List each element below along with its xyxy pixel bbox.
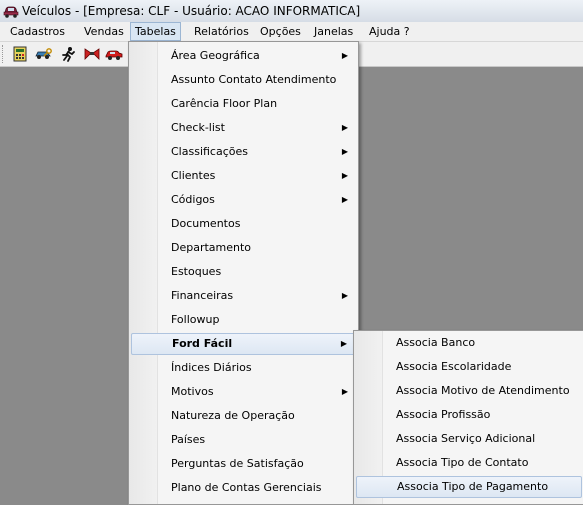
menu-item-clientes[interactable]: Clientes ▶ bbox=[131, 165, 356, 187]
menu-item-label: Clientes bbox=[171, 169, 216, 182]
submenu-item-associa-servico-adicional[interactable]: Associa Serviço Adicional bbox=[356, 428, 582, 450]
menu-bar: Cadastros Vendas Tabelas Relatórios Opçõ… bbox=[0, 22, 583, 42]
submenu-item-label: Associa Profissão bbox=[396, 408, 491, 421]
submenu-item-associa-banco[interactable]: Associa Banco bbox=[356, 332, 582, 354]
submenu-item-label: Associa Tipo de Pagamento bbox=[397, 480, 549, 493]
menu-item-codigos[interactable]: Códigos ▶ bbox=[131, 189, 356, 211]
menu-item-documentos[interactable]: Documentos bbox=[131, 213, 356, 235]
submenu-item-associa-tipo-de-pagamento[interactable]: Associa Tipo de Pagamento bbox=[356, 476, 582, 498]
menu-item-assunto-contato-atendimento[interactable]: Assunto Contato Atendimento bbox=[131, 69, 356, 91]
menu-item-label: Departamento bbox=[171, 241, 252, 254]
menu-item-label: Assunto Contato Atendimento bbox=[171, 73, 337, 86]
menu-item-label: Estoques bbox=[171, 265, 222, 278]
menu-item-perguntas-de-satisfacao[interactable]: Perguntas de Satisfação bbox=[131, 453, 356, 475]
menu-item-label: Followup bbox=[171, 313, 220, 326]
menu-item-carencia-floor-plan[interactable]: Carência Floor Plan bbox=[131, 93, 356, 115]
tabelas-dropdown: Área Geográfica ▶ Assunto Contato Atendime… bbox=[128, 41, 359, 505]
title-bar: Veículos - [Empresa: CLF - Usuário: ACAO… bbox=[0, 0, 583, 23]
menu-item-label: Códigos bbox=[171, 193, 215, 206]
menu-item-followup[interactable]: Followup bbox=[131, 309, 356, 331]
window-title: Veículos - [Empresa: CLF - Usuário: ACAO… bbox=[22, 4, 361, 18]
menu-item-label: Carência Floor Plan bbox=[171, 97, 278, 110]
submenu-item-label: Associa Motivo de Atendimento bbox=[396, 384, 570, 397]
red-car-icon[interactable] bbox=[104, 45, 124, 63]
submenu-arrow-icon: ▶ bbox=[341, 147, 348, 156]
menu-cadastros[interactable]: Cadastros bbox=[6, 23, 69, 40]
runner-icon[interactable] bbox=[58, 45, 78, 63]
menu-tabelas[interactable]: Tabelas bbox=[130, 22, 181, 41]
menu-item-financeiras[interactable]: Financeiras ▶ bbox=[131, 285, 356, 307]
submenu-item-label: Associa Banco bbox=[396, 336, 476, 349]
submenu-item-associa-escolaridade[interactable]: Associa Escolaridade bbox=[356, 356, 582, 378]
app-car-icon bbox=[3, 3, 19, 19]
submenu-arrow-icon: ▶ bbox=[340, 339, 347, 348]
menu-item-check-list[interactable]: Check-list ▶ bbox=[131, 117, 356, 139]
menu-item-label: Classificações bbox=[171, 145, 248, 158]
menu-janelas[interactable]: Janelas bbox=[310, 23, 357, 40]
submenu-arrow-icon: ▶ bbox=[341, 387, 348, 396]
menu-item-label: Índices Diários bbox=[171, 361, 252, 374]
menu-item-label: Documentos bbox=[171, 217, 241, 230]
menu-item-area-geografica[interactable]: Área Geográfica ▶ bbox=[131, 45, 356, 67]
submenu-item-associa-motivo-de-atendimento[interactable]: Associa Motivo de Atendimento bbox=[356, 380, 582, 402]
submenu-item-associa-profissao[interactable]: Associa Profissão bbox=[356, 404, 582, 426]
calculator-icon[interactable] bbox=[10, 45, 30, 63]
menu-item-label: Área Geográfica bbox=[171, 49, 260, 62]
menu-item-plano-de-contas-gerenciais[interactable]: Plano de Contas Gerenciais bbox=[131, 477, 356, 499]
submenu-arrow-icon: ▶ bbox=[341, 51, 348, 60]
menu-item-classificacoes[interactable]: Classificações ▶ bbox=[131, 141, 356, 163]
menu-item-label: Check-list bbox=[171, 121, 225, 134]
car-key-icon[interactable] bbox=[34, 45, 54, 63]
ford-facil-submenu: Associa Banco Associa Escolaridade Associa… bbox=[353, 330, 583, 505]
submenu-arrow-icon: ▶ bbox=[341, 291, 348, 300]
menu-item-estoques[interactable]: Estoques bbox=[131, 261, 356, 283]
menu-opcoes[interactable]: Opções bbox=[256, 23, 305, 40]
menu-item-natureza-de-operacao[interactable]: Natureza de Operação bbox=[131, 405, 356, 427]
menu-item-label: Países bbox=[171, 433, 206, 446]
submenu-arrow-icon: ▶ bbox=[341, 123, 348, 132]
menu-item-indices-diarios[interactable]: Índices Diários bbox=[131, 357, 356, 379]
menu-item-label: Ford Fácil bbox=[172, 337, 233, 350]
menu-item-label: Motivos bbox=[171, 385, 214, 398]
submenu-item-label: Associa Serviço Adicional bbox=[396, 432, 536, 445]
menu-item-motivos[interactable]: Motivos ▶ bbox=[131, 381, 356, 403]
submenu-item-label: Associa Escolaridade bbox=[396, 360, 512, 373]
menu-item-label: Perguntas de Satisfação bbox=[171, 457, 304, 470]
menu-vendas[interactable]: Vendas bbox=[80, 23, 128, 40]
submenu-arrow-icon: ▶ bbox=[341, 195, 348, 204]
menu-item-ford-facil[interactable]: Ford Fácil ▶ bbox=[131, 333, 356, 355]
menu-item-label: Financeiras bbox=[171, 289, 234, 302]
menu-relatorios[interactable]: Relatórios bbox=[190, 23, 253, 40]
menu-item-label: Plano de Contas Gerenciais bbox=[171, 481, 322, 494]
submenu-item-associa-tipo-de-contato[interactable]: Associa Tipo de Contato bbox=[356, 452, 582, 474]
submenu-item-label: Associa Tipo de Contato bbox=[396, 456, 529, 469]
menu-ajuda[interactable]: Ajuda ? bbox=[365, 23, 414, 40]
bowtie-icon[interactable] bbox=[82, 45, 102, 63]
menu-item-paises[interactable]: Países bbox=[131, 429, 356, 451]
toolbar-grip[interactable] bbox=[2, 45, 6, 63]
menu-item-label: Natureza de Operação bbox=[171, 409, 295, 422]
menu-item-departamento[interactable]: Departamento bbox=[131, 237, 356, 259]
submenu-arrow-icon: ▶ bbox=[341, 171, 348, 180]
